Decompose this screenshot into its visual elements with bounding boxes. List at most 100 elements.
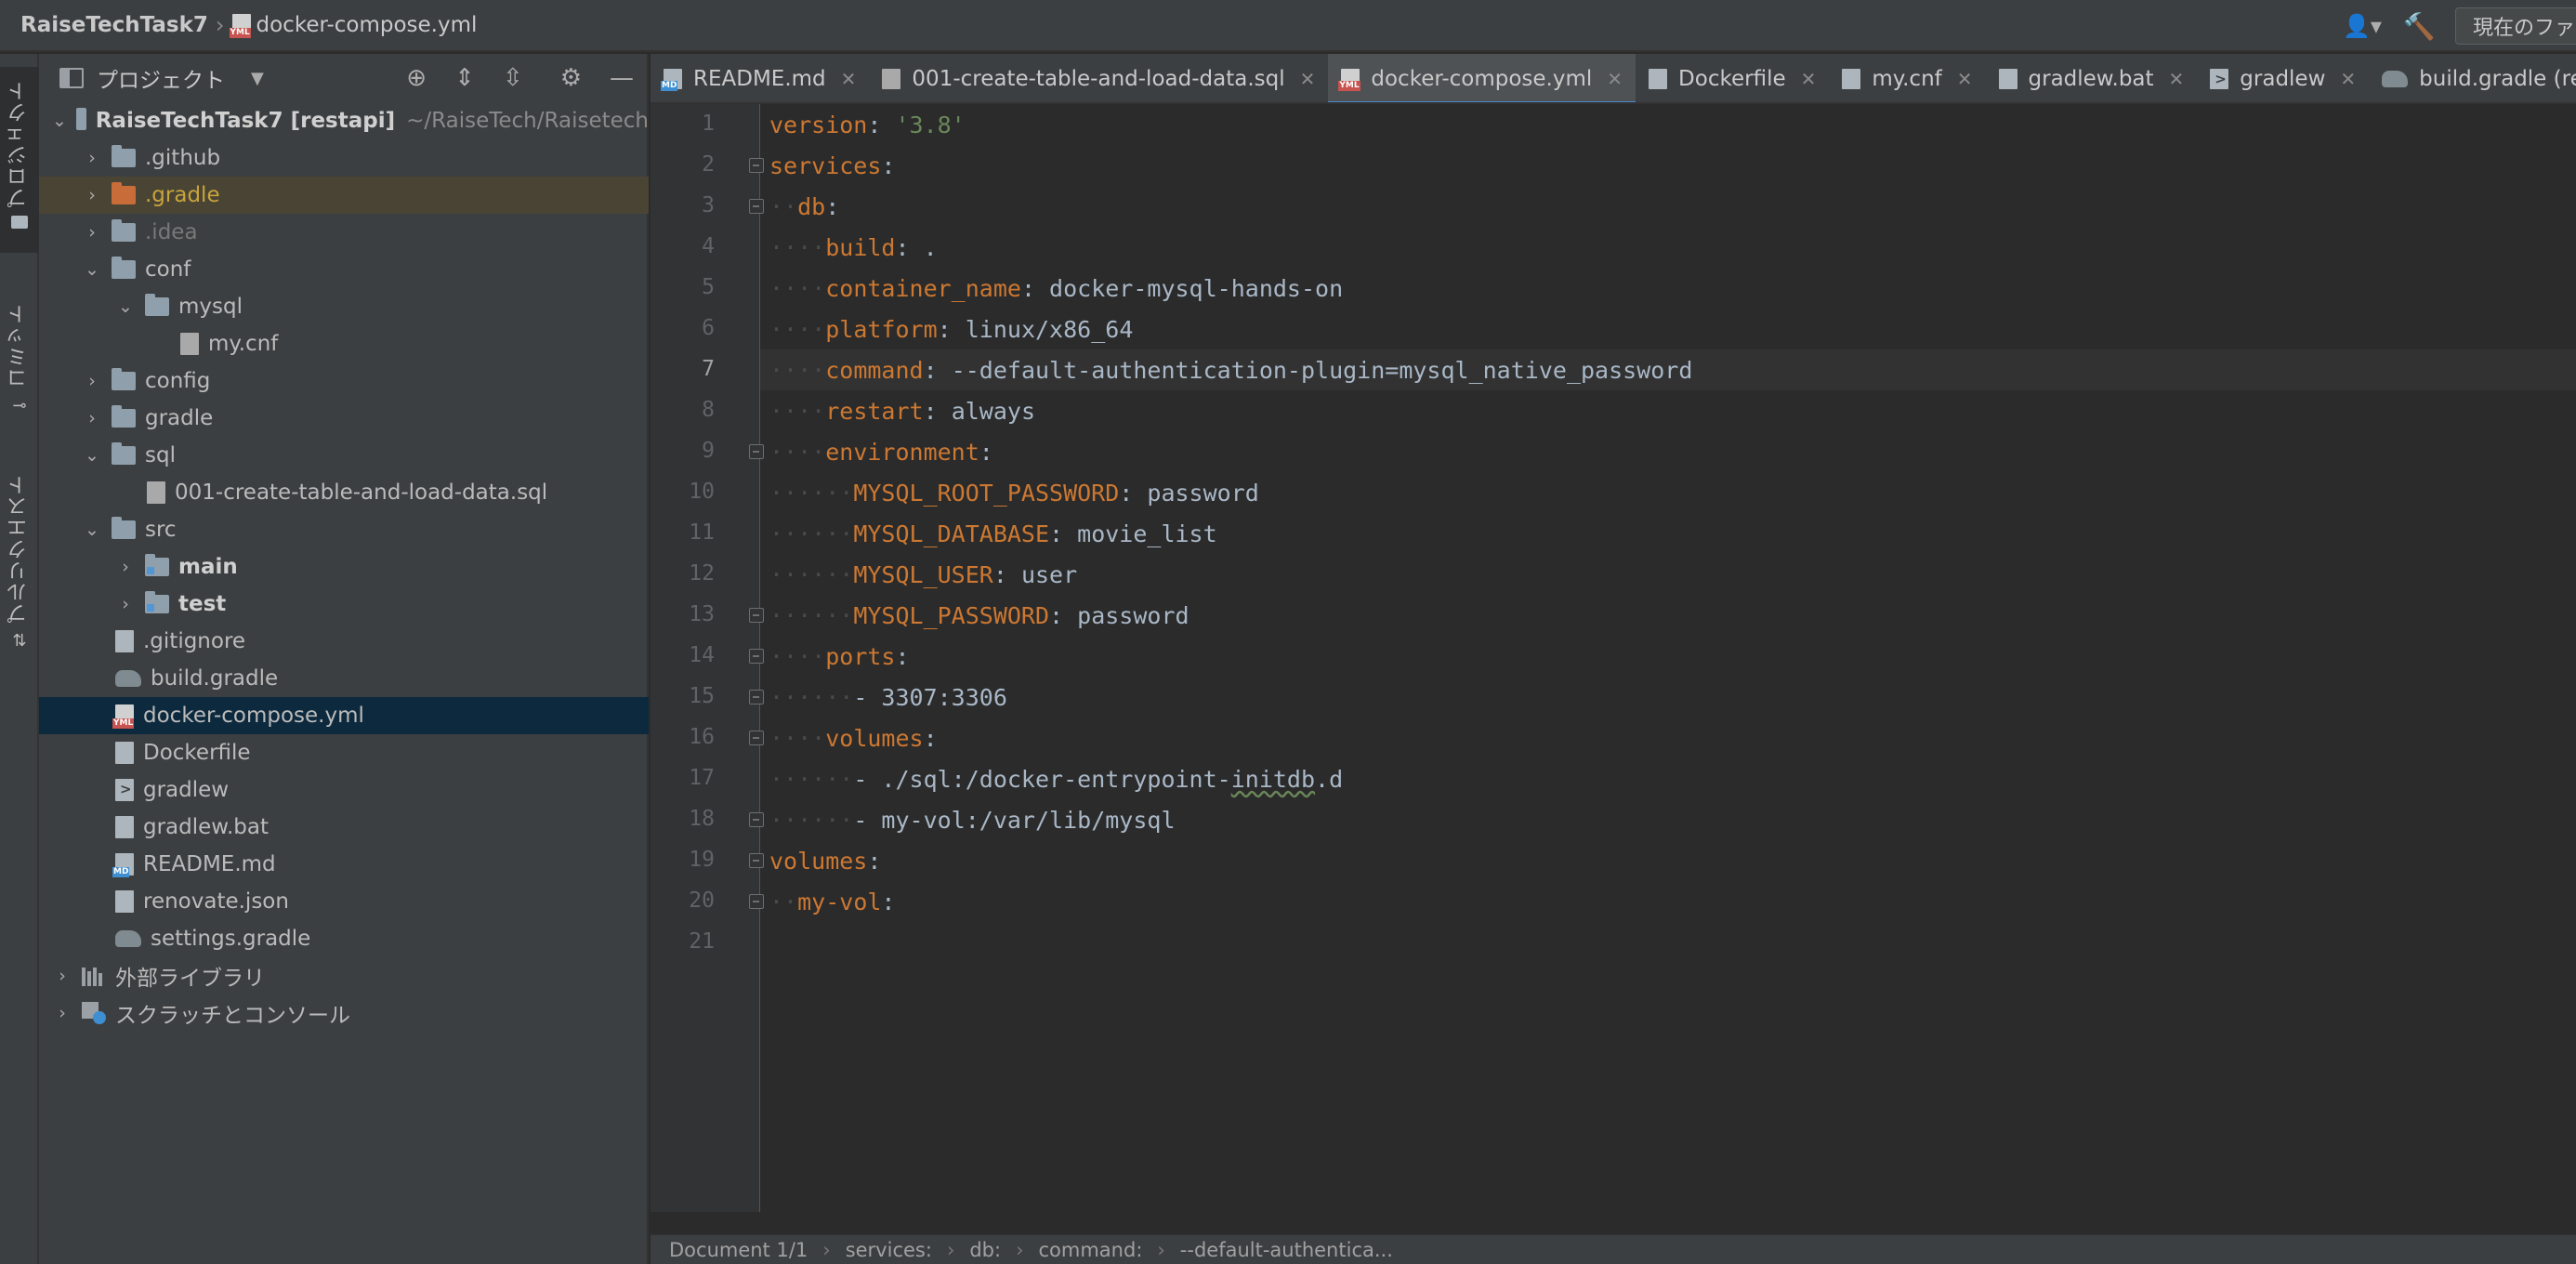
tree-row[interactable]: ⌄ conf (39, 251, 649, 288)
tab-gradlew[interactable]: gradlew ✕ (2197, 54, 2369, 102)
commit-icon: ⊸ (12, 396, 27, 415)
tree-row[interactable]: ⌄ sql (39, 437, 649, 474)
tree-row-selected[interactable]: docker-compose.yml (39, 697, 649, 734)
folder-icon (112, 257, 136, 279)
chevron-down-icon[interactable]: ⌄ (52, 111, 67, 131)
tree-item-label: .gradle (145, 183, 220, 207)
yaml-key: MYSQL_ROOT_PASSWORD (853, 479, 1120, 507)
tree-row[interactable]: › スクラッチとコンソール (39, 994, 649, 1032)
breadcrumb-db[interactable]: db: (969, 1239, 1001, 1261)
tool-tab-pull-request[interactable]: プルリクエスト ⇅ (0, 474, 39, 660)
close-icon[interactable]: ✕ (1300, 68, 1316, 90)
yaml-key: volumes (825, 724, 924, 752)
tree-row[interactable]: › test (39, 586, 649, 623)
chevron-right-icon[interactable]: › (82, 148, 102, 168)
breadcrumb-separator: › (822, 1238, 831, 1261)
breadcrumb-command[interactable]: command: (1039, 1239, 1143, 1261)
tool-tab-commit[interactable]: コミット ⊸ (0, 303, 39, 452)
code-area[interactable]: version: '3.8' services: ·· db: ···· build… (760, 104, 2576, 1212)
tree-row[interactable]: settings.gradle (39, 920, 649, 957)
gear-icon[interactable]: ⚙ (560, 64, 582, 92)
yaml-key: platform (825, 315, 938, 343)
yml-file-icon (1338, 69, 1360, 91)
project-panel-header: プロジェクト ▼ ⊕ ⇕ ⇳ ⚙ — (39, 54, 647, 102)
tree-item-label: Dockerfile (143, 741, 251, 765)
chevron-right-icon[interactable]: › (52, 1003, 72, 1023)
tree-item-label: .idea (145, 220, 198, 244)
tree-row[interactable]: › 外部ライブラリ (39, 957, 649, 994)
editor-area: README.md ✕ 001-create-table-and-load-dat… (651, 54, 2576, 1264)
tree-row-root[interactable]: ⌄ RaiseTechTask7 [restapi] ~/RaiseTech/R… (39, 102, 649, 139)
close-icon[interactable]: ✕ (2169, 68, 2185, 90)
tree-row[interactable]: › .idea (39, 214, 649, 251)
chevron-right-icon[interactable]: › (52, 966, 72, 986)
tree-row[interactable]: ⌄ mysql (39, 288, 649, 325)
tree-row[interactable]: README.md (39, 846, 649, 883)
breadcrumb-value[interactable]: --default-authentica... (1180, 1239, 1393, 1261)
code-line: ······ - ./sql:/docker-entrypoint-initdb.… (769, 765, 1344, 793)
tree-item-label: config (145, 369, 211, 393)
tool-tab-project[interactable]: プロジェクト (0, 67, 39, 253)
chevron-right-icon[interactable]: › (82, 222, 102, 243)
tree-row[interactable]: build.gradle (39, 660, 649, 697)
tree-row[interactable]: › .gradle (39, 177, 649, 214)
breadcrumb-services[interactable]: services: (846, 1239, 932, 1261)
close-icon[interactable]: ✕ (1801, 68, 1817, 90)
tool-tab-pr-label: プルリクエスト (7, 474, 31, 624)
tree-row[interactable]: gradlew (39, 771, 649, 809)
code-line: services: (769, 151, 896, 179)
chevron-right-icon[interactable]: › (82, 371, 102, 391)
minimize-icon[interactable]: — (610, 64, 634, 92)
tree-row[interactable]: renovate.json (39, 883, 649, 920)
tab-docker-compose[interactable]: docker-compose.yml ✕ (1328, 54, 1636, 102)
chevron-right-icon[interactable]: › (82, 185, 102, 205)
file-icon (180, 333, 199, 355)
folder-icon (112, 405, 136, 428)
tree-row[interactable]: › config (39, 362, 649, 400)
close-icon[interactable]: ✕ (1607, 68, 1623, 90)
document-indicator[interactable]: Document 1/1 (669, 1239, 808, 1261)
expand-all-icon[interactable]: ⇕ (454, 64, 475, 92)
chevron-down-icon[interactable]: ⌄ (115, 296, 136, 317)
chevron-right-icon[interactable]: › (115, 594, 136, 614)
tab-readme[interactable]: README.md ✕ (651, 54, 869, 102)
project-panel-title[interactable]: プロジェクト (97, 62, 225, 94)
tree-row[interactable]: › main (39, 548, 649, 586)
tree-row[interactable]: › .github (39, 139, 649, 177)
breadcrumb-file[interactable]: docker-compose.yml (256, 13, 478, 37)
yaml-value: --default-authentication-plugin=mysql_na… (951, 356, 1693, 384)
tab-my-cnf[interactable]: my.cnf ✕ (1829, 54, 1985, 102)
folder-icon (11, 216, 28, 229)
tree-row[interactable]: gradlew.bat (39, 809, 649, 846)
tab-gradlew-bat[interactable]: gradlew.bat ✕ (1986, 54, 2198, 102)
chevron-right-icon[interactable]: › (115, 557, 136, 577)
tab-build-gradle[interactable]: build.gradle (res (2369, 54, 2576, 102)
line-number: 11 (689, 520, 715, 545)
chevron-down-icon[interactable]: ⌄ (82, 520, 102, 540)
locate-icon[interactable]: ⊕ (406, 64, 427, 92)
tab-dockerfile[interactable]: Dockerfile ✕ (1636, 54, 1829, 102)
chevron-down-icon[interactable]: ⌄ (82, 259, 102, 280)
close-icon[interactable]: ✕ (841, 68, 857, 90)
tab-sql[interactable]: 001-create-table-and-load-data.sql ✕ (869, 54, 1328, 102)
scratch-icon (82, 1002, 106, 1024)
tree-row[interactable]: my.cnf (39, 325, 649, 362)
user-icon[interactable]: 👤▾ (2342, 12, 2383, 40)
chevron-down-icon[interactable]: ▼ (251, 69, 264, 88)
hammer-build-icon[interactable]: 🔨 (2403, 10, 2436, 42)
chevron-down-icon[interactable]: ⌄ (82, 445, 102, 466)
tree-row[interactable]: Dockerfile (39, 734, 649, 771)
tree-row[interactable]: 001-create-table-and-load-data.sql (39, 474, 649, 511)
close-icon[interactable]: ✕ (1957, 68, 1973, 90)
tree-row[interactable]: .gitignore (39, 623, 649, 660)
close-icon[interactable]: ✕ (2340, 68, 2356, 90)
collapse-all-icon[interactable]: ⇳ (503, 64, 523, 92)
code-line: ······ MYSQL_DATABASE: movie_list (769, 520, 1217, 547)
folder-icon (112, 442, 136, 465)
yaml-value: docker-mysql-hands-on (1049, 274, 1344, 302)
breadcrumb-project[interactable]: RaiseTechTask7 (20, 13, 208, 37)
chevron-right-icon[interactable]: › (82, 408, 102, 428)
run-config-select[interactable]: 現在のファイ (2455, 7, 2576, 45)
tree-row[interactable]: › gradle (39, 400, 649, 437)
tree-row[interactable]: ⌄ src (39, 511, 649, 548)
